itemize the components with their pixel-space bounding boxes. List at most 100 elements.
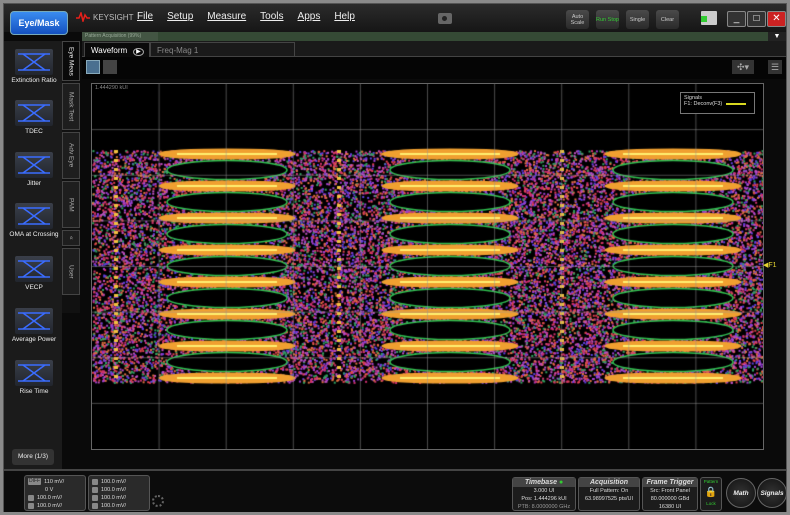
label: OMA at Crossing <box>9 231 58 238</box>
timebase-scale: 3.000 UI <box>513 487 575 495</box>
legend-entry: F1: Deconv(F3) <box>684 101 722 107</box>
position-label: 1.444290 kUI <box>95 85 128 91</box>
ch-a-scale: 100.0 mV/ <box>101 479 126 485</box>
measurement-panel: Extinction Ratio TDEC Jitter OMA at Cros… <box>4 41 62 469</box>
timebase-panel[interactable]: Timebase ● 3.000 UI Pos: 1.444296 kUI PT… <box>512 477 576 511</box>
camera-icon[interactable] <box>438 13 452 24</box>
close-button[interactable]: ✕ <box>767 11 786 27</box>
jitter-icon <box>15 152 53 178</box>
eye-mask-button[interactable]: Eye/Mask <box>10 11 68 35</box>
lock-top-label: Pattern <box>701 478 721 486</box>
label: TDEC <box>25 128 43 135</box>
menu-bar: File Setup Measure Tools Apps Help <box>137 11 355 22</box>
trigger-title: Frame Trigger <box>643 478 697 487</box>
label: Jitter <box>27 180 41 187</box>
pattern-acquisition-progress: Pattern Acquisition (99%) <box>82 32 768 41</box>
menu-file[interactable]: File <box>137 11 153 22</box>
average-power-button[interactable]: Average Power <box>8 308 60 343</box>
timebase-title: Timebase <box>525 479 557 486</box>
vecp-button[interactable]: VECP <box>8 256 60 291</box>
menu-apps[interactable]: Apps <box>298 11 321 22</box>
keysight-logo: KEYSIGHT <box>76 12 133 22</box>
label: VECP <box>25 284 43 291</box>
ch-d-scale: 100.0 mV/ <box>37 503 62 509</box>
plot-toolbar: ✣▾ ☰ <box>82 57 786 79</box>
vecp-icon <box>15 256 53 282</box>
label: Extinction Ratio <box>11 77 56 84</box>
label: Average Power <box>12 336 56 343</box>
more-button[interactable]: More (1/3) <box>12 449 54 465</box>
tdec-button[interactable]: TDEC <box>8 100 60 135</box>
menu-measure[interactable]: Measure <box>207 11 246 22</box>
minimize-button[interactable]: _ <box>727 11 746 27</box>
jitter-button[interactable]: Jitter <box>8 152 60 187</box>
auto-scale-button[interactable]: Auto Scale <box>566 10 589 29</box>
acquisition-pattern: Full Pattern: On <box>579 487 639 495</box>
tab-eye-meas[interactable]: Eye Meas <box>62 41 80 81</box>
oma-icon <box>15 203 53 229</box>
extinction-ratio-button[interactable]: Extinction Ratio <box>8 49 60 84</box>
ch-b-scale: 100.0 mV/ <box>101 487 126 493</box>
tab-adv-eye[interactable]: Adv Eye <box>62 132 80 179</box>
tab-waveform[interactable]: Waveform ▶ <box>84 42 150 57</box>
pattern-lock-panel[interactable]: Pattern 🔒 Lock <box>700 477 722 511</box>
channel-group-1[interactable]: DIFF 110 mV/ 0 V 100.0 mV/ 100.0 mV/ <box>24 475 86 511</box>
marker-label: F1 <box>768 262 776 269</box>
signals-button[interactable]: Signals <box>757 478 787 508</box>
acquisition-title: Acquisition <box>579 478 639 487</box>
math-button[interactable]: Math <box>726 478 756 508</box>
settings-gear-icon[interactable] <box>152 495 164 507</box>
play-icon[interactable]: ▶ <box>133 48 144 56</box>
clear-button[interactable]: Clear <box>656 10 679 29</box>
oma-button[interactable]: OMA at Crossing <box>8 203 60 238</box>
label: Rise Time <box>20 388 49 395</box>
tdec-icon <box>15 100 53 126</box>
maximize-button[interactable]: □ <box>747 11 766 27</box>
tab-freq-mag[interactable]: Freq-Mag 1 <box>150 42 295 57</box>
single-button[interactable]: Single <box>626 10 649 29</box>
run-stop-button[interactable]: Run Stop <box>596 10 619 29</box>
tab-mask-test[interactable]: Mask Test <box>62 83 80 130</box>
diff-offset: 0 V <box>28 486 82 494</box>
rise-time-button[interactable]: Rise Time <box>8 360 60 395</box>
eye-diagram-plot[interactable]: 1.444290 kUI Signals F1: Deconv(F3) <box>91 83 764 450</box>
ch-c-scale: 100.0 mV/ <box>37 495 62 501</box>
status-bar: DIFF 110 mV/ 0 V 100.0 mV/ 100.0 mV/ 100.… <box>4 469 786 512</box>
tab-user[interactable]: User <box>62 248 80 295</box>
collapse-icon[interactable]: « <box>62 230 80 246</box>
progress-label: Pattern Acquisition (99%) <box>85 33 141 39</box>
diff-badge: DIFF <box>28 478 41 485</box>
signals-legend: Signals F1: Deconv(F3) <box>680 92 755 114</box>
vertical-tabs: Eye Meas Mask Test Adv Eye PAM « User <box>62 41 80 313</box>
tab-label: Waveform <box>91 46 127 55</box>
progress-dropdown[interactable]: ▼ <box>768 32 786 41</box>
eye-diagram-canvas <box>92 84 763 449</box>
rise-time-icon <box>15 360 53 386</box>
app-window: KEYSIGHT File Setup Measure Tools Apps H… <box>3 3 787 512</box>
hamburger-menu-icon[interactable]: ☰ <box>768 60 782 74</box>
single-grid-icon[interactable] <box>86 60 100 74</box>
ch-c2-scale: 100.0 mV/ <box>101 495 126 501</box>
diff-scale: 110 mV/ <box>44 479 64 485</box>
trigger-src: Src: Front Panel <box>643 487 697 495</box>
ch-d2-scale: 100.0 mV/ <box>101 503 126 509</box>
frame-trigger-panel[interactable]: Frame Trigger Src: Front Panel 80.000000… <box>642 477 698 511</box>
timebase-ptb: PTB: 8.0000000 GHz <box>513 503 575 511</box>
channel-group-2[interactable]: 100.0 mV/ 100.0 mV/ 100.0 mV/ 100.0 mV/ <box>88 475 150 511</box>
trigger-rate: 80.000000 GBd <box>643 495 697 503</box>
average-power-icon <box>15 308 53 334</box>
multi-grid-icon[interactable] <box>103 60 117 74</box>
brand-text: KEYSIGHT <box>93 13 133 22</box>
menu-tools[interactable]: Tools <box>260 11 283 22</box>
menu-setup[interactable]: Setup <box>167 11 193 22</box>
f1-marker[interactable]: ◀F1 <box>763 261 777 269</box>
extinction-ratio-icon <box>15 49 53 75</box>
tab-pam[interactable]: PAM <box>62 181 80 228</box>
zoom-pan-icon[interactable]: ✣▾ <box>732 60 754 74</box>
timebase-pos: Pos: 1.444296 kUI <box>513 495 575 503</box>
menu-help[interactable]: Help <box>334 11 355 22</box>
connection-icon[interactable] <box>701 11 717 25</box>
legend-line <box>726 103 746 105</box>
window-tabs: Waveform ▶ Freq-Mag 1 <box>82 41 786 57</box>
acquisition-panel[interactable]: Acquisition Full Pattern: On 63.98997525… <box>578 477 640 511</box>
